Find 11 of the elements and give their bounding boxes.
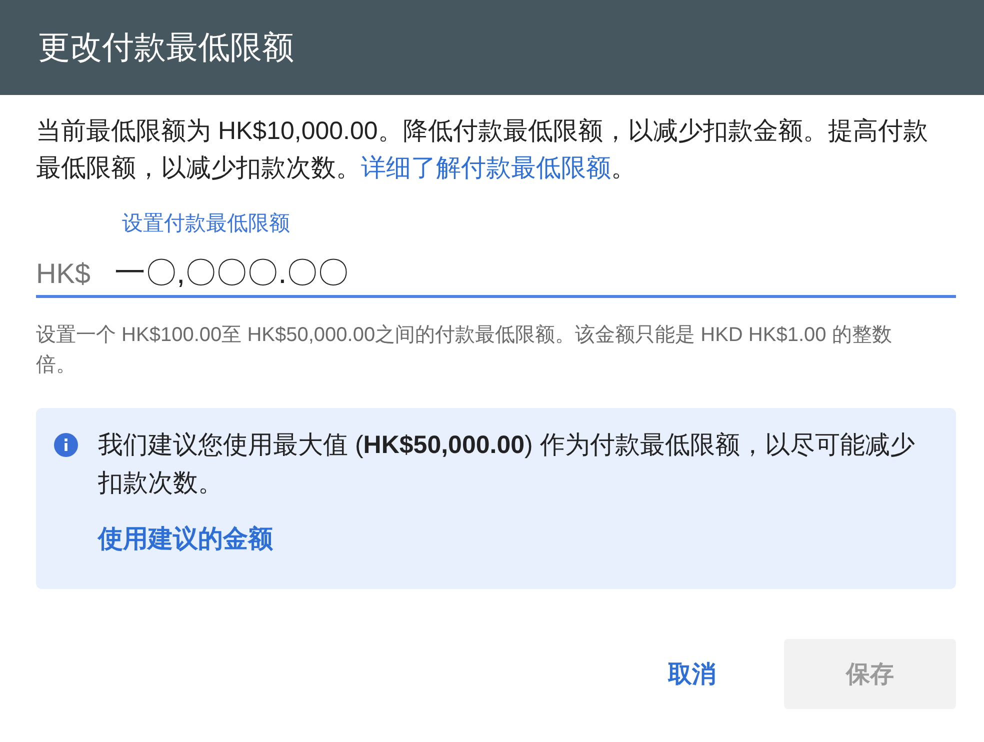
learn-more-link[interactable]: 详细了解付款最低限额: [361, 154, 611, 182]
dialog-title: 更改付款最低限额: [38, 28, 294, 66]
info-icon: [54, 433, 78, 457]
field-label: 设置付款最低限额: [122, 211, 290, 237]
currency-prefix: HK$: [36, 258, 90, 290]
cancel-button[interactable]: 取消: [640, 639, 744, 709]
recommendation-text: 我们建议您使用最大值 (HK$50,000.00) 作为付款最低限额，以尽可能减少扣款次数。: [98, 430, 916, 499]
helper-text: 设置一个 HK$100.00至 HK$50,000.00之间的付款最低限额。该金额只能是 HKD HK$1.00 的整数倍。: [36, 323, 893, 378]
amount-input[interactable]: 一〇,〇〇〇.〇〇: [114, 255, 956, 291]
use-suggested-amount-link[interactable]: 使用建议的金额: [98, 522, 273, 555]
intro-text: 当前最低限额为 HK$10,000.00。降低付款最低限额，以减少扣款金额。提高付款最低限额，以减少扣款次数。详细了解付款最低限额。: [36, 116, 929, 184]
